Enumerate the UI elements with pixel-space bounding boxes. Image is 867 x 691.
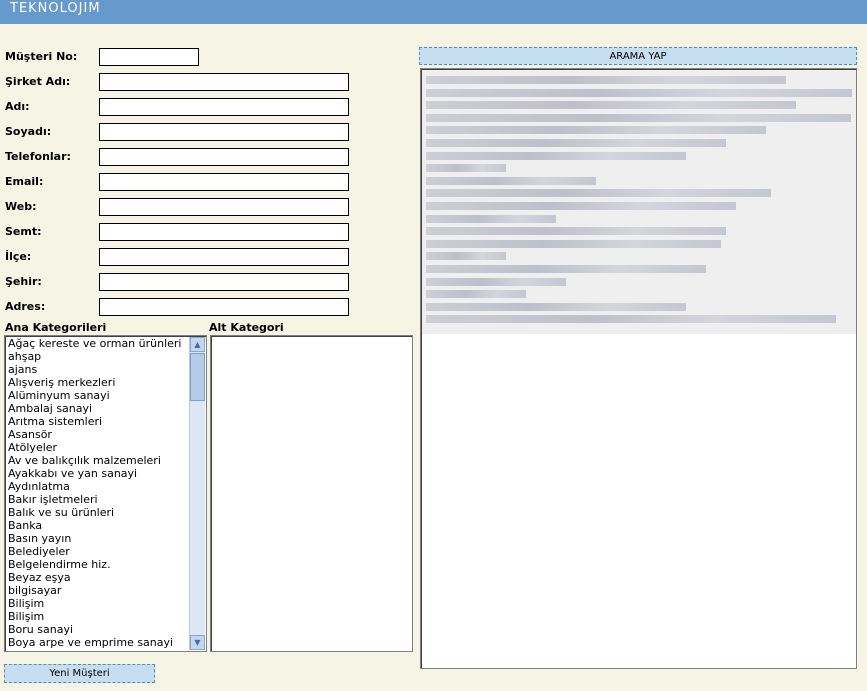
field-input[interactable]	[99, 148, 349, 166]
new-customer-button[interactable]: Yeni Müşteri	[4, 664, 155, 683]
scroll-thumb[interactable]	[190, 353, 205, 401]
list-item[interactable]: Alüminyum sanayi	[8, 389, 188, 402]
main-category-label: Ana Kategorileri	[5, 321, 107, 334]
blurred-text-line	[426, 76, 786, 84]
blurred-text-line	[426, 302, 686, 311]
field-input[interactable]	[99, 98, 349, 116]
list-item[interactable]: ajans	[8, 363, 188, 376]
list-item[interactable]: Boya arpe ve emprime sanayi	[8, 636, 188, 649]
main-category-list[interactable]: Ağaç kereste ve orman ürünleri ahşap ajans…	[4, 335, 207, 652]
field-label: Adres:	[5, 300, 46, 313]
list-item[interactable]: Ağaç kereste ve orman ürünleri	[8, 337, 188, 350]
search-button[interactable]: ARAMA YAP	[419, 47, 857, 65]
list-item[interactable]: Balık ve su ürünleri	[8, 506, 188, 519]
main-category-scrollbar[interactable]: ▲ ▼	[189, 337, 205, 650]
field-input[interactable]	[99, 123, 349, 141]
list-item[interactable]: Asansör	[8, 428, 188, 441]
list-item[interactable]: Basın yayın	[8, 532, 188, 545]
list-item[interactable]: Beyaz eşya	[8, 571, 188, 584]
field-label: Adı:	[5, 100, 30, 113]
field-input[interactable]	[99, 48, 199, 66]
field-label: Şirket Adı:	[5, 75, 71, 88]
blurred-text-line	[426, 176, 596, 185]
field-label: Şehir:	[5, 275, 42, 288]
blurred-text-line	[426, 139, 726, 147]
list-item[interactable]: Belgelendirme hiz.	[8, 558, 188, 571]
scroll-up-icon[interactable]: ▲	[190, 337, 205, 352]
list-item[interactable]: Bilişim	[8, 597, 188, 610]
blurred-text-line	[426, 189, 771, 198]
search-results-panel	[420, 68, 857, 669]
blurred-text-line	[426, 126, 766, 135]
list-item[interactable]: Ayakkabı ve yan sanayi	[8, 467, 188, 480]
list-item[interactable]: Boru sanayi	[8, 623, 188, 636]
list-item[interactable]: bilgisayar	[8, 584, 188, 597]
blurred-text-line	[426, 164, 506, 173]
blurred-text-line	[426, 239, 721, 248]
list-item[interactable]: ahşap	[8, 350, 188, 363]
field-label: Web:	[5, 200, 37, 213]
field-label: Müşteri No:	[5, 50, 78, 63]
scroll-down-icon[interactable]: ▼	[190, 635, 205, 650]
blurred-results-content	[422, 70, 856, 334]
blurred-text-line	[426, 315, 836, 324]
list-item[interactable]: Belediyeler	[8, 545, 188, 558]
blurred-text-line	[426, 252, 506, 261]
blurred-text-line	[426, 101, 796, 110]
field-input[interactable]	[99, 223, 349, 241]
field-input[interactable]	[99, 273, 349, 291]
header-bar: TEKNOLOJIM	[0, 0, 867, 24]
list-item[interactable]: Alışveriş merkezleri	[8, 376, 188, 389]
list-item[interactable]: Av ve balıkçılık malzemeleri	[8, 454, 188, 467]
field-input[interactable]	[99, 173, 349, 191]
list-item[interactable]: Atölyeler	[8, 441, 188, 454]
list-item[interactable]: Banka	[8, 519, 188, 532]
blurred-text-line	[426, 202, 736, 210]
blurred-text-line	[426, 290, 526, 299]
field-label: Semt:	[5, 225, 42, 238]
blurred-text-line	[426, 113, 851, 122]
field-label: Telefonlar:	[5, 150, 71, 163]
field-input[interactable]	[99, 248, 349, 266]
field-input[interactable]	[99, 73, 349, 91]
blurred-text-line	[426, 88, 852, 97]
list-item[interactable]: Ambalaj sanayi	[8, 402, 188, 415]
field-label: Soyadı:	[5, 125, 52, 138]
field-input[interactable]	[99, 198, 349, 216]
sub-category-label: Alt Kategori	[209, 321, 284, 334]
list-item[interactable]: Arıtma sistemleri	[8, 415, 188, 428]
list-item[interactable]: Aydınlatma	[8, 480, 188, 493]
main-category-items: Ağaç kereste ve orman ürünleri ahşap ajans…	[8, 337, 188, 649]
blurred-text-line	[426, 265, 706, 273]
field-input[interactable]	[99, 298, 349, 316]
logo: TEKNOLOJIM	[10, 1, 101, 16]
blurred-text-line	[426, 214, 556, 223]
list-item[interactable]: Bakır işletmeleri	[8, 493, 188, 506]
blurred-text-line	[426, 151, 686, 160]
blurred-text-line	[426, 277, 566, 286]
field-label: İlçe:	[5, 250, 32, 263]
sub-category-list[interactable]	[210, 335, 413, 652]
blurred-text-line	[426, 227, 726, 236]
list-item[interactable]: Bilişim	[8, 610, 188, 623]
field-label: Email:	[5, 175, 44, 188]
